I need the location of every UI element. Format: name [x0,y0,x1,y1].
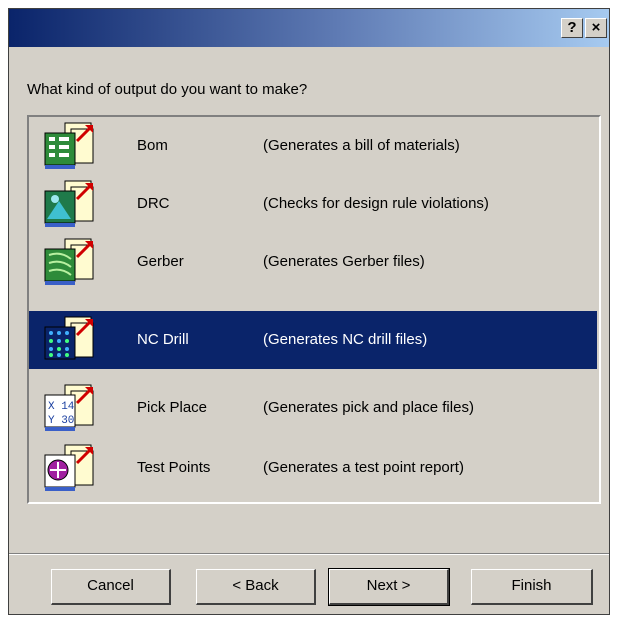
item-name: DRC [137,195,170,212]
drc-icon [44,180,94,227]
finish-button[interactable]: Finish [471,569,593,605]
separator-highlight [9,554,609,555]
gerber-icon [44,238,94,285]
item-description: (Generates a bill of materials) [263,137,460,154]
nc-drill-icon [44,316,94,360]
svg-text:X 14: X 14 [48,401,75,413]
item-description: (Generates Gerber files) [263,253,425,270]
item-name: Bom [137,137,168,154]
item-name: Gerber [137,253,184,270]
item-description: (Generates a test point report) [263,459,464,476]
back-button[interactable]: < Back [196,569,316,605]
list-item-drc[interactable]: DRC (Checks for design rule violations) [29,175,597,233]
cancel-button[interactable]: Cancel [51,569,171,605]
next-button[interactable]: Next > [328,568,450,606]
list-item-test-points[interactable]: Test Points (Generates a test point repo… [29,439,597,497]
item-name: Pick Place [137,399,208,416]
test-points-icon [44,444,94,491]
item-description: (Generates NC drill files) [263,331,428,348]
list-item-gerber[interactable]: Gerber (Generates Gerber files) [29,233,597,291]
item-name: Test Points [137,459,211,476]
close-button[interactable]: × [585,18,607,38]
item-description: (Checks for design rule violations) [263,195,489,212]
list-item-pick-place[interactable]: X 14 Y 30 Pick Place (Generates pick and… [29,379,597,437]
item-name: NC Drill [137,331,189,348]
output-type-list[interactable]: Bom (Generates a bill of materials) DRC … [27,115,601,504]
title-bar: ? × [9,9,609,47]
pick-place-icon: X 14 Y 30 [44,384,94,431]
item-description: (Generates pick and place files) [263,399,474,416]
list-item-bom[interactable]: Bom (Generates a bill of materials) [29,117,597,175]
help-button[interactable]: ? [561,18,583,38]
svg-text:Y 30: Y 30 [48,415,74,427]
prompt-label: What kind of output do you want to make? [27,81,308,98]
output-wizard-dialog: ? × What kind of output do you want to m… [8,8,610,615]
bom-icon [44,122,94,169]
list-item-nc-drill[interactable]: NC Drill (Generates NC drill files) [29,311,597,369]
